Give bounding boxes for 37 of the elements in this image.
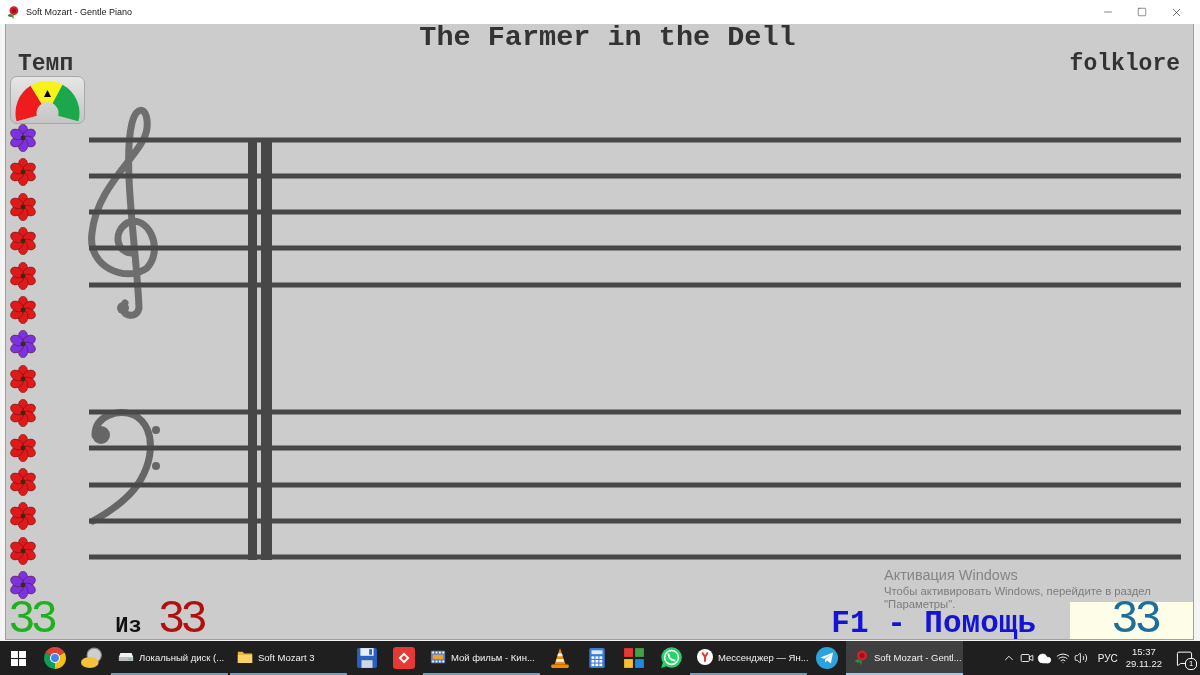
language-button[interactable]: РУС [1093,652,1122,664]
app-icon [80,647,103,669]
traffic-cone-icon [548,647,571,669]
taskbar-window-button[interactable]: Soft Mozart - Gentl... [846,641,963,675]
windows-logo-icon [10,650,26,666]
gauge-icon [13,79,82,121]
help-hint: F1 - Помощь [831,610,1036,638]
activation-title: Активация Windows [884,566,1019,584]
taskbar-window-button[interactable]: Soft Mozart 3 [230,641,347,675]
blocks-icon [622,647,645,669]
tempo-gauge-button[interactable] [10,76,85,124]
taskbar-window-button[interactable]: Мой фильм - Кин... [423,641,540,675]
paper-plane-icon [815,647,838,669]
folder-icon [237,649,253,665]
clock-time[interactable]: 15:37 [1131,646,1156,658]
clock-date[interactable]: 29.11.22 [1125,658,1162,670]
rose-icon [6,5,20,19]
correct-count: 33 [8,601,54,639]
chat-bubble-icon [659,647,682,669]
maximize-icon [1137,7,1147,17]
video-camera-icon[interactable] [1019,651,1034,665]
taskbar-window-button[interactable]: Локальный диск (... [111,641,228,675]
of-label: Из [115,616,142,638]
cloud-icon[interactable] [1037,650,1053,666]
rose-icon [853,649,869,665]
volume-icon[interactable] [1073,651,1088,665]
window-title: Soft Mozart - Gentle Piano [26,7,133,17]
song-title: The Farmer in the Dell [419,24,796,52]
film-strip-icon [430,649,446,665]
genre-label: folklore [1069,52,1180,76]
tempo-label: Темп [18,52,74,76]
diamond-tile-icon [392,647,415,669]
fork-circle-icon [697,649,713,665]
wifi-icon[interactable] [1055,651,1070,665]
total-count: 33 [157,601,203,639]
taskbar-window-button[interactable]: Мессенджер — Ян... [690,641,807,675]
round-logo-icon [43,647,66,669]
